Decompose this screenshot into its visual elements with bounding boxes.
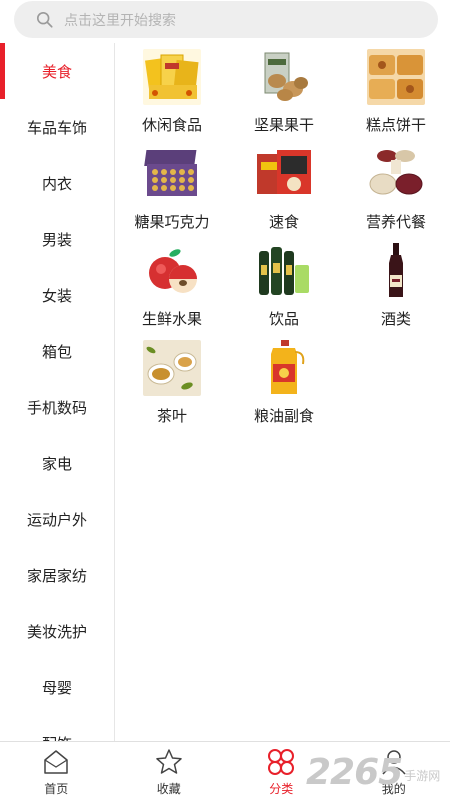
snack-box-image — [143, 49, 201, 105]
category-label: 营养代餐 — [365, 213, 426, 231]
chocolate-box-image — [143, 146, 201, 202]
sidebar-item-appliances[interactable]: 家电 — [0, 435, 114, 491]
sidebar-item-outdoor[interactable]: 运动户外 — [0, 491, 114, 547]
category-label: 糖果巧克力 — [134, 213, 210, 231]
category-item[interactable]: 糖果巧克力 — [116, 140, 228, 237]
search-placeholder: 点击这里开始搜索 — [64, 12, 176, 29]
category-label: 粮油副食 — [253, 407, 314, 425]
nuts-bag-image — [255, 49, 313, 105]
sidebar-item-underwear[interactable]: 内衣 — [0, 155, 114, 211]
sidebar-item-womenswear[interactable]: 女装 — [0, 267, 114, 323]
cooking-oil-image — [255, 340, 313, 396]
tab-category-label: 分类 — [269, 782, 294, 796]
tea-cups-image — [143, 340, 201, 396]
sidebar-item-digital[interactable]: 手机数码 — [0, 379, 114, 435]
category-item[interactable]: 休闲食品 — [116, 43, 228, 140]
category-label: 糕点饼干 — [365, 116, 426, 134]
category-label: 休闲食品 — [141, 116, 202, 134]
sidebar-item-car-accessories[interactable]: 车品车饰 — [0, 99, 114, 155]
wine-bottle-image — [367, 243, 425, 299]
category-label: 速食 — [268, 213, 299, 231]
sidebar-item-bags[interactable]: 箱包 — [0, 323, 114, 379]
sidebar-item-baby[interactable]: 母婴 — [0, 659, 114, 715]
category-label: 生鲜水果 — [141, 310, 202, 328]
category-label: 茶叶 — [156, 407, 187, 425]
search-icon — [36, 11, 53, 28]
instant-noodle-image — [255, 146, 313, 202]
tab-favorites[interactable]: 收藏 — [113, 742, 226, 800]
category-item[interactable]: 生鲜水果 — [116, 237, 228, 334]
sidebar-item-home-textile[interactable]: 家居家纺 — [0, 547, 114, 603]
sidebar-item-menswear[interactable]: 男装 — [0, 211, 114, 267]
pastry-image — [367, 49, 425, 105]
category-label: 坚果果干 — [253, 116, 314, 134]
category-item[interactable]: 酒类 — [340, 237, 450, 334]
subcategory-panel: 休闲食品 坚果果干 糕点饼干 糖果巧克力 速食 营养代餐 生鲜水果 饮品 酒类 … — [116, 43, 450, 741]
star-icon — [156, 749, 182, 774]
tab-home[interactable]: 首页 — [0, 742, 113, 800]
apple-image — [143, 243, 201, 299]
category-icon — [268, 749, 295, 775]
search-bar: 点击这里开始搜索 — [0, 0, 450, 42]
category-item[interactable]: 坚果果干 — [228, 43, 340, 140]
site-watermark: 2265 手游网 — [306, 744, 450, 800]
sidebar-item-beauty[interactable]: 美妆洗护 — [0, 603, 114, 659]
category-item[interactable]: 粮油副食 — [228, 334, 340, 431]
category-label: 酒类 — [380, 310, 411, 328]
category-item[interactable]: 饮品 — [228, 237, 340, 334]
sidebar-item-food[interactable]: 美食 — [0, 43, 114, 99]
watermark-number: 2265 — [306, 751, 403, 793]
drink-bottles-image — [255, 243, 313, 299]
watermark-text: 手游网 — [404, 768, 441, 783]
search-input[interactable]: 点击这里开始搜索 — [14, 1, 438, 38]
category-item[interactable]: 糕点饼干 — [340, 43, 450, 140]
sidebar-item-accessories[interactable]: 配饰 — [0, 715, 114, 742]
category-label: 饮品 — [268, 310, 299, 328]
tab-home-label: 首页 — [44, 782, 69, 796]
category-item[interactable]: 速食 — [228, 140, 340, 237]
cereal-bowls-image — [367, 146, 425, 202]
category-sidebar: 美食 车品车饰 内衣 男装 女装 箱包 手机数码 家电 运动户外 家居家纺 美妆… — [0, 43, 115, 741]
home-icon — [44, 750, 68, 774]
category-item[interactable]: 营养代餐 — [340, 140, 450, 237]
tab-favorites-label: 收藏 — [156, 782, 181, 796]
category-item[interactable]: 茶叶 — [116, 334, 228, 431]
